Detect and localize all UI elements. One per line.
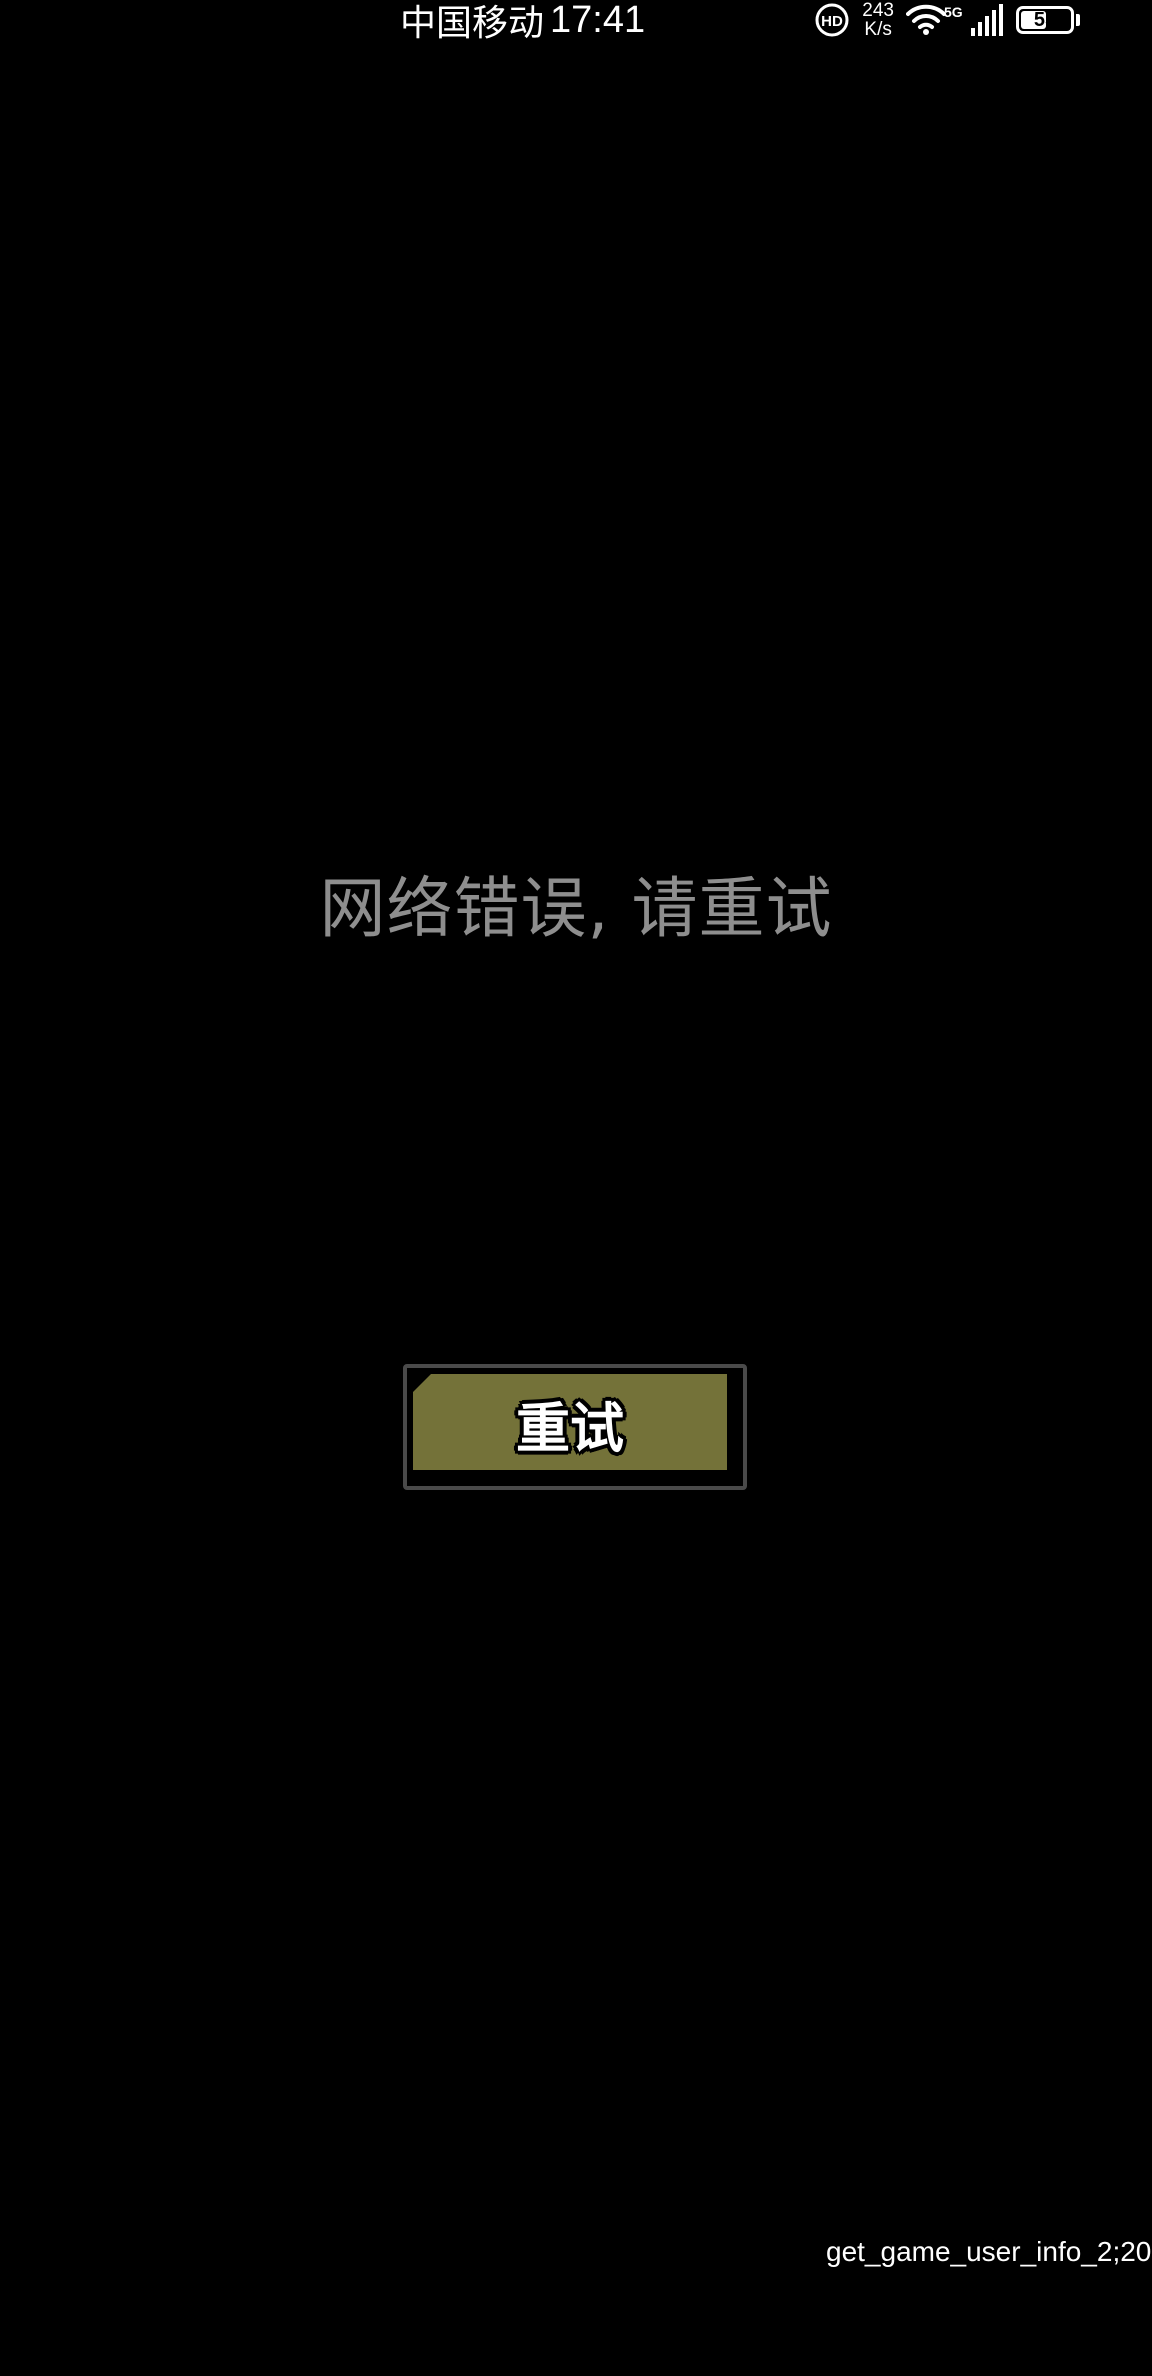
retry-button-face[interactable]: 重试 (413, 1374, 737, 1480)
clock-time: 17:41 (550, 0, 646, 41)
network-speed-unit: K/s (864, 19, 892, 40)
network-speed-value: 243 (862, 0, 894, 21)
button-corner-notch (413, 1374, 431, 1392)
battery-tip (1076, 14, 1080, 26)
wifi-indicator: 5G (906, 2, 963, 38)
status-bar: 中国移动 17:41 HD 243 K/s 5G 55 (0, 0, 1152, 44)
hd-call-icon: HD (814, 2, 850, 38)
error-message: 网络错误, 请重试 (319, 870, 833, 947)
battery-level: 55 (1033, 8, 1057, 31)
carrier-name: 中国移动 (400, 3, 545, 44)
network-type: 5G (944, 4, 963, 20)
retry-button-label: 重试 (516, 1396, 624, 1460)
retry-button[interactable]: 重试 (403, 1364, 747, 1490)
battery-body: 55 (1016, 6, 1074, 34)
battery-icon: 55 (1016, 6, 1080, 34)
svg-text:HD: HD (821, 13, 843, 30)
debug-info-text: get_game_user_info_2;200;1 (826, 2236, 1152, 2267)
status-bar-left: 中国移动 17:41 (400, 0, 646, 44)
signal-icon (970, 4, 1004, 36)
status-bar-right: HD 243 K/s 5G 55 (814, 0, 1080, 40)
network-speed: 243 K/s (862, 1, 894, 39)
